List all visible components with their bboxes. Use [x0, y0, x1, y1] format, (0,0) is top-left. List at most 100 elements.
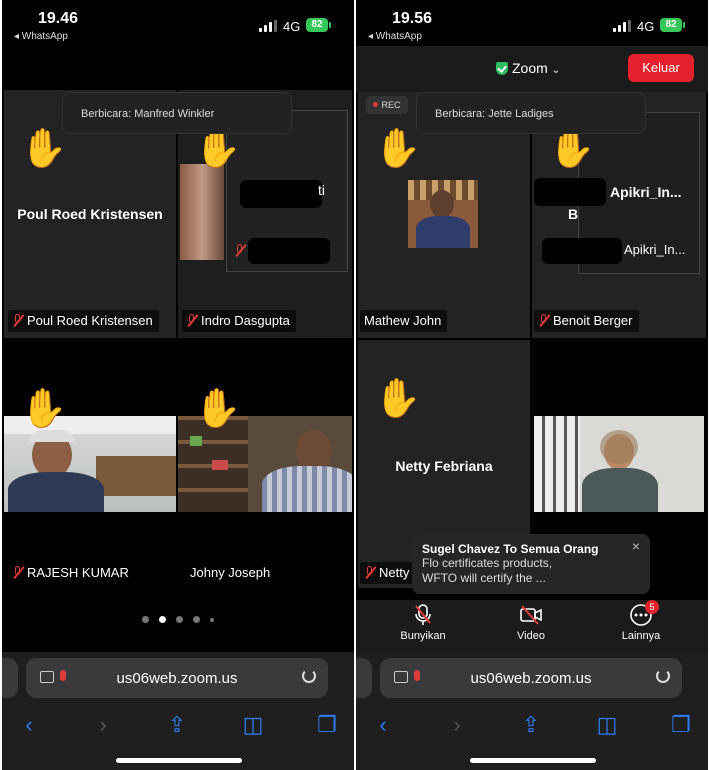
video-button[interactable]: Video: [496, 600, 566, 642]
previous-tab[interactable]: [356, 658, 372, 698]
chevron-down-icon: ⌄: [551, 65, 561, 76]
zoom-menu[interactable]: Zoom ⌄: [496, 60, 560, 76]
page-dot[interactable]: [142, 616, 149, 623]
close-icon[interactable]: ×: [632, 538, 640, 554]
raised-hand-icon: ✋: [20, 128, 68, 170]
participant-tile[interactable]: ✋ Johny Joseph: [178, 340, 352, 588]
clock: 19.56: [392, 10, 433, 27]
participant-name-tag: Poul Roed Kristensen: [8, 310, 159, 332]
page-dot-active[interactable]: [159, 616, 166, 623]
redacted-block: [240, 180, 322, 208]
raised-hand-icon: ✋: [20, 388, 68, 430]
participant-name: RAJESH KUMAR: [27, 565, 129, 580]
raised-hand-icon: ✋: [194, 388, 242, 430]
address-bar[interactable]: us06web.zoom.us: [26, 658, 328, 698]
meeting-toolbar: Bunyikan Video 5 Lainnya: [356, 600, 708, 652]
muted-mic-icon: [12, 566, 24, 579]
redacted-block: [542, 238, 622, 264]
participant-center-name: Netty Febriana: [395, 458, 493, 474]
shield-icon: [496, 62, 508, 75]
participant-name: Benoit Berger: [553, 313, 633, 328]
raised-hand-icon: ✋: [374, 128, 422, 170]
forward-icon[interactable]: ›: [444, 712, 470, 738]
signal-icon: [259, 20, 277, 32]
notification-badge: 5: [645, 600, 659, 614]
leave-button[interactable]: Keluar: [628, 54, 694, 82]
chat-message-line: Flo certificates products,: [422, 556, 553, 570]
reload-icon[interactable]: [302, 669, 316, 683]
address-bar[interactable]: us06web.zoom.us: [380, 658, 682, 698]
more-button[interactable]: 5 Lainnya: [606, 600, 676, 642]
raised-hand-icon: ✋: [194, 128, 242, 170]
previous-tab[interactable]: [2, 658, 18, 698]
chat-notification[interactable]: Sugel Chavez To Semua Orang Flo certific…: [412, 534, 650, 594]
signal-icon: [613, 20, 631, 32]
participant-name-tag: Benoit Berger: [534, 310, 639, 332]
back-icon[interactable]: ‹: [16, 712, 42, 738]
participant-tile[interactable]: ✋ RAJESH KUMAR: [4, 340, 176, 588]
network-type: 4G: [283, 19, 301, 34]
muted-mic-icon: [12, 314, 24, 327]
active-speaker-banner: Berbicara: Manfred Winkler: [62, 92, 292, 134]
participant-name: Poul Roed Kristensen: [27, 313, 153, 328]
unmute-label: Bunyikan: [400, 630, 446, 642]
zoom-header: Zoom ⌄ Keluar: [356, 46, 708, 92]
bookmarks-icon[interactable]: ◫: [594, 712, 620, 738]
bookmarks-icon[interactable]: ◫: [240, 712, 266, 738]
participant-name: Indro Dasgupta: [201, 313, 290, 328]
participant-name: Johny Joseph: [190, 565, 271, 580]
browser-toolbar: ‹ › ⇪ ◫ ❐: [356, 712, 708, 742]
participant-name: Mathew John: [364, 313, 442, 328]
url-text: us06web.zoom.us: [116, 670, 238, 687]
recording-badge: REC: [366, 96, 408, 114]
chat-sender: Sugel Chavez To Semua Orang: [422, 542, 599, 556]
participant-name-tag: Mathew John: [360, 310, 448, 332]
muted-mic-icon: [234, 244, 246, 257]
share-icon[interactable]: ⇪: [164, 712, 190, 738]
partial-name-text: ti: [318, 182, 325, 198]
back-to-whatsapp[interactable]: ◂ WhatsApp: [368, 31, 422, 42]
meeting-view: ✋ Poul Roed Kristensen Poul Roed Kristen…: [2, 46, 354, 652]
page-dot[interactable]: [176, 616, 183, 623]
browser-bar: us06web.zoom.us ‹ › ⇪ ◫ ❐: [356, 652, 708, 770]
tabs-icon[interactable]: ❐: [314, 712, 340, 738]
reload-icon[interactable]: [656, 669, 670, 683]
home-indicator[interactable]: [470, 758, 596, 763]
raised-hand-icon: ✋: [374, 378, 422, 420]
raised-hand-icon: ✋: [548, 128, 596, 170]
forward-icon[interactable]: ›: [90, 712, 116, 738]
zoom-label: Zoom: [512, 60, 548, 76]
battery-icon: 82: [306, 18, 331, 32]
tile-mid-text: Apikri_In...: [624, 242, 686, 257]
page-dot[interactable]: [193, 616, 200, 623]
status-bar: 19.56 ◂ WhatsApp 4G 82: [356, 0, 708, 46]
meeting-view: ✋ Mathew John ✋ Apikri_In... B Apikri_In…: [356, 46, 708, 652]
page-indicator[interactable]: [2, 610, 354, 628]
participant-name: Netty: [379, 565, 410, 580]
video-label: Video: [517, 630, 545, 642]
page-dot[interactable]: [210, 618, 214, 622]
battery-icon: 82: [660, 18, 685, 32]
browser-bar: us06web.zoom.us ‹ › ⇪ ◫ ❐: [2, 652, 354, 770]
muted-mic-icon: [411, 604, 435, 626]
network-type: 4G: [637, 19, 655, 34]
video-off-icon: [519, 604, 543, 626]
active-speaker-banner: Berbicara: Jette Ladiges: [416, 92, 646, 134]
tabs-icon[interactable]: ❐: [668, 712, 694, 738]
participant-center-name: Poul Roed Kristensen: [17, 206, 163, 222]
tile-top-text: Apikri_In...: [610, 184, 682, 200]
back-icon[interactable]: ‹: [370, 712, 396, 738]
back-to-whatsapp[interactable]: ◂ WhatsApp: [14, 31, 68, 42]
url-text: us06web.zoom.us: [470, 670, 592, 687]
unmute-button[interactable]: Bunyikan: [388, 600, 458, 642]
left-phone-screen: 19.46 ◂ WhatsApp 4G 82 ✋ Poul Roed Krist…: [2, 0, 354, 770]
muted-mic-icon: [538, 314, 550, 327]
video-feed: [4, 416, 176, 512]
tile-mid-letter: B: [568, 206, 579, 222]
video-feed: [180, 164, 224, 260]
home-indicator[interactable]: [116, 758, 242, 763]
share-icon[interactable]: ⇪: [518, 712, 544, 738]
participant-name-tag: RAJESH KUMAR: [8, 562, 135, 584]
more-icon: 5: [629, 600, 659, 626]
participant-name-tag: Netty: [360, 562, 416, 584]
